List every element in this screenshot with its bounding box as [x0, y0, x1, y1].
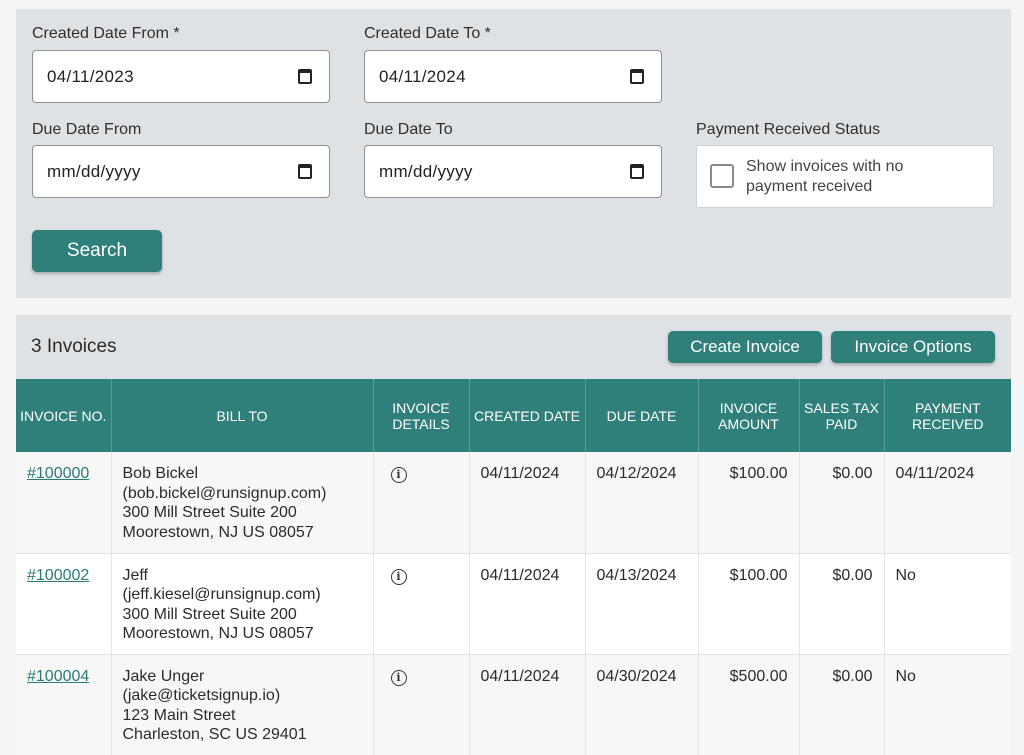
due-date-cell: 04/12/2024: [585, 452, 699, 554]
no-payment-checkbox-label[interactable]: Show invoices with no payment received: [746, 157, 946, 197]
sales-tax-cell: $0.00: [799, 553, 885, 655]
created-date-cell: 04/11/2024: [469, 452, 586, 554]
bill-to-city: Charleston, SC US 29401: [122, 726, 307, 743]
created-date-cell: 04/11/2024: [469, 553, 586, 655]
created-date-from-input[interactable]: 04/11/2023: [32, 50, 330, 103]
calendar-icon[interactable]: [630, 164, 644, 179]
bill-to-name: Jeff: [122, 566, 149, 584]
table-row: #100004 Jake Unger (jake@ticketsignup.io…: [16, 654, 1011, 755]
invoice-table: Invoice No. Bill To Invoice Details Crea…: [16, 379, 1011, 755]
created-date-to-input[interactable]: 04/11/2024: [364, 50, 662, 103]
due-date-to-value: mm/dd/yyyy: [379, 162, 473, 181]
col-header-payment-received[interactable]: Payment Received: [884, 379, 1011, 452]
table-header-row: Invoice No. Bill To Invoice Details Crea…: [16, 379, 1011, 452]
col-header-created-date[interactable]: Created Date: [469, 379, 586, 452]
invoice-link[interactable]: #100000: [27, 465, 89, 482]
col-header-sales-tax-paid[interactable]: Sales Tax Paid: [799, 379, 885, 452]
payment-status-label: Payment Received Status: [696, 121, 881, 138]
col-header-invoice-no[interactable]: Invoice No.: [16, 379, 112, 452]
due-date-cell: 04/13/2024: [585, 553, 699, 655]
created-date-from-value: 04/11/2023: [47, 67, 134, 86]
bill-to-email: (jeff.kiesel@runsignup.com): [122, 586, 321, 603]
sales-tax-cell: $0.00: [799, 654, 885, 755]
info-icon[interactable]: i: [390, 467, 407, 483]
created-date-to-label: Created Date To *: [364, 25, 491, 42]
payment-received-cell: No: [884, 654, 1011, 755]
due-date-cell: 04/30/2024: [585, 654, 699, 755]
invoice-options-button[interactable]: Invoice Options: [831, 331, 995, 363]
bill-to-email: (bob.bickel@runsignup.com): [122, 484, 327, 502]
bill-to-name: Jake Unger: [122, 667, 205, 685]
calendar-icon[interactable]: [298, 164, 312, 179]
bill-to-name: Bob Bickel: [122, 465, 199, 482]
filter-panel: Created Date From * 04/11/2023 Created D…: [16, 9, 1011, 298]
calendar-icon[interactable]: [630, 69, 644, 84]
due-date-from-value: mm/dd/yyyy: [47, 162, 141, 181]
no-payment-checkbox-container[interactable]: Show invoices with no payment received: [696, 145, 994, 208]
bill-to-city: Moorestown, NJ US 08057: [122, 523, 314, 541]
due-date-from-label: Due Date From: [32, 121, 142, 138]
table-row: #100002 Jeff (jeff.kiesel@runsignup.com)…: [16, 553, 1011, 655]
invoice-link[interactable]: #100002: [27, 567, 89, 584]
bill-to-cell: Bob Bickel (bob.bickel@runsignup.com) 30…: [111, 452, 374, 554]
bill-to-cell: Jeff (jeff.kiesel@runsignup.com) 300 Mil…: [111, 553, 374, 655]
bill-to-street: 300 Mill Street Suite 200: [122, 504, 297, 521]
created-date-from-label: Created Date From *: [32, 25, 180, 42]
payment-received-cell: No: [884, 553, 1011, 655]
bill-to-street: 300 Mill Street Suite 200: [122, 605, 297, 623]
payment-received-cell: 04/11/2024: [884, 452, 1011, 554]
created-date-cell: 04/11/2024: [469, 654, 586, 755]
no-payment-checkbox[interactable]: [710, 164, 734, 188]
invoice-amount-cell: $100.00: [698, 553, 800, 655]
calendar-icon[interactable]: [298, 69, 312, 84]
col-header-invoice-details[interactable]: Invoice Details: [373, 379, 470, 452]
search-button[interactable]: Search: [32, 230, 162, 272]
due-date-to-input[interactable]: mm/dd/yyyy: [364, 145, 662, 198]
bill-to-street: 123 Main Street: [122, 706, 236, 724]
info-icon[interactable]: i: [390, 568, 407, 585]
bill-to-city: Moorestown, NJ US 08057: [122, 625, 314, 642]
invoice-count: 3 Invoices: [31, 336, 117, 357]
results-panel: 3 Invoices Create Invoice Invoice Option…: [16, 315, 1011, 755]
due-date-to-label: Due Date To: [364, 121, 453, 138]
invoice-link[interactable]: #100004: [27, 668, 89, 685]
invoice-amount-cell: $100.00: [698, 452, 800, 554]
info-icon[interactable]: i: [390, 669, 407, 686]
table-row: #100000 Bob Bickel (bob.bickel@runsignup…: [16, 452, 1011, 554]
col-header-invoice-amount[interactable]: Invoice Amount: [698, 379, 800, 452]
col-header-due-date[interactable]: Due Date: [585, 379, 699, 452]
bill-to-cell: Jake Unger (jake@ticketsignup.io) 123 Ma…: [111, 654, 374, 755]
sales-tax-cell: $0.00: [799, 452, 885, 554]
bill-to-email: (jake@ticketsignup.io): [122, 687, 281, 704]
create-invoice-button[interactable]: Create Invoice: [668, 331, 822, 363]
col-header-bill-to[interactable]: Bill To: [111, 379, 374, 452]
created-date-to-value: 04/11/2024: [379, 67, 466, 86]
invoice-amount-cell: $500.00: [698, 654, 800, 755]
due-date-from-input[interactable]: mm/dd/yyyy: [32, 145, 330, 198]
